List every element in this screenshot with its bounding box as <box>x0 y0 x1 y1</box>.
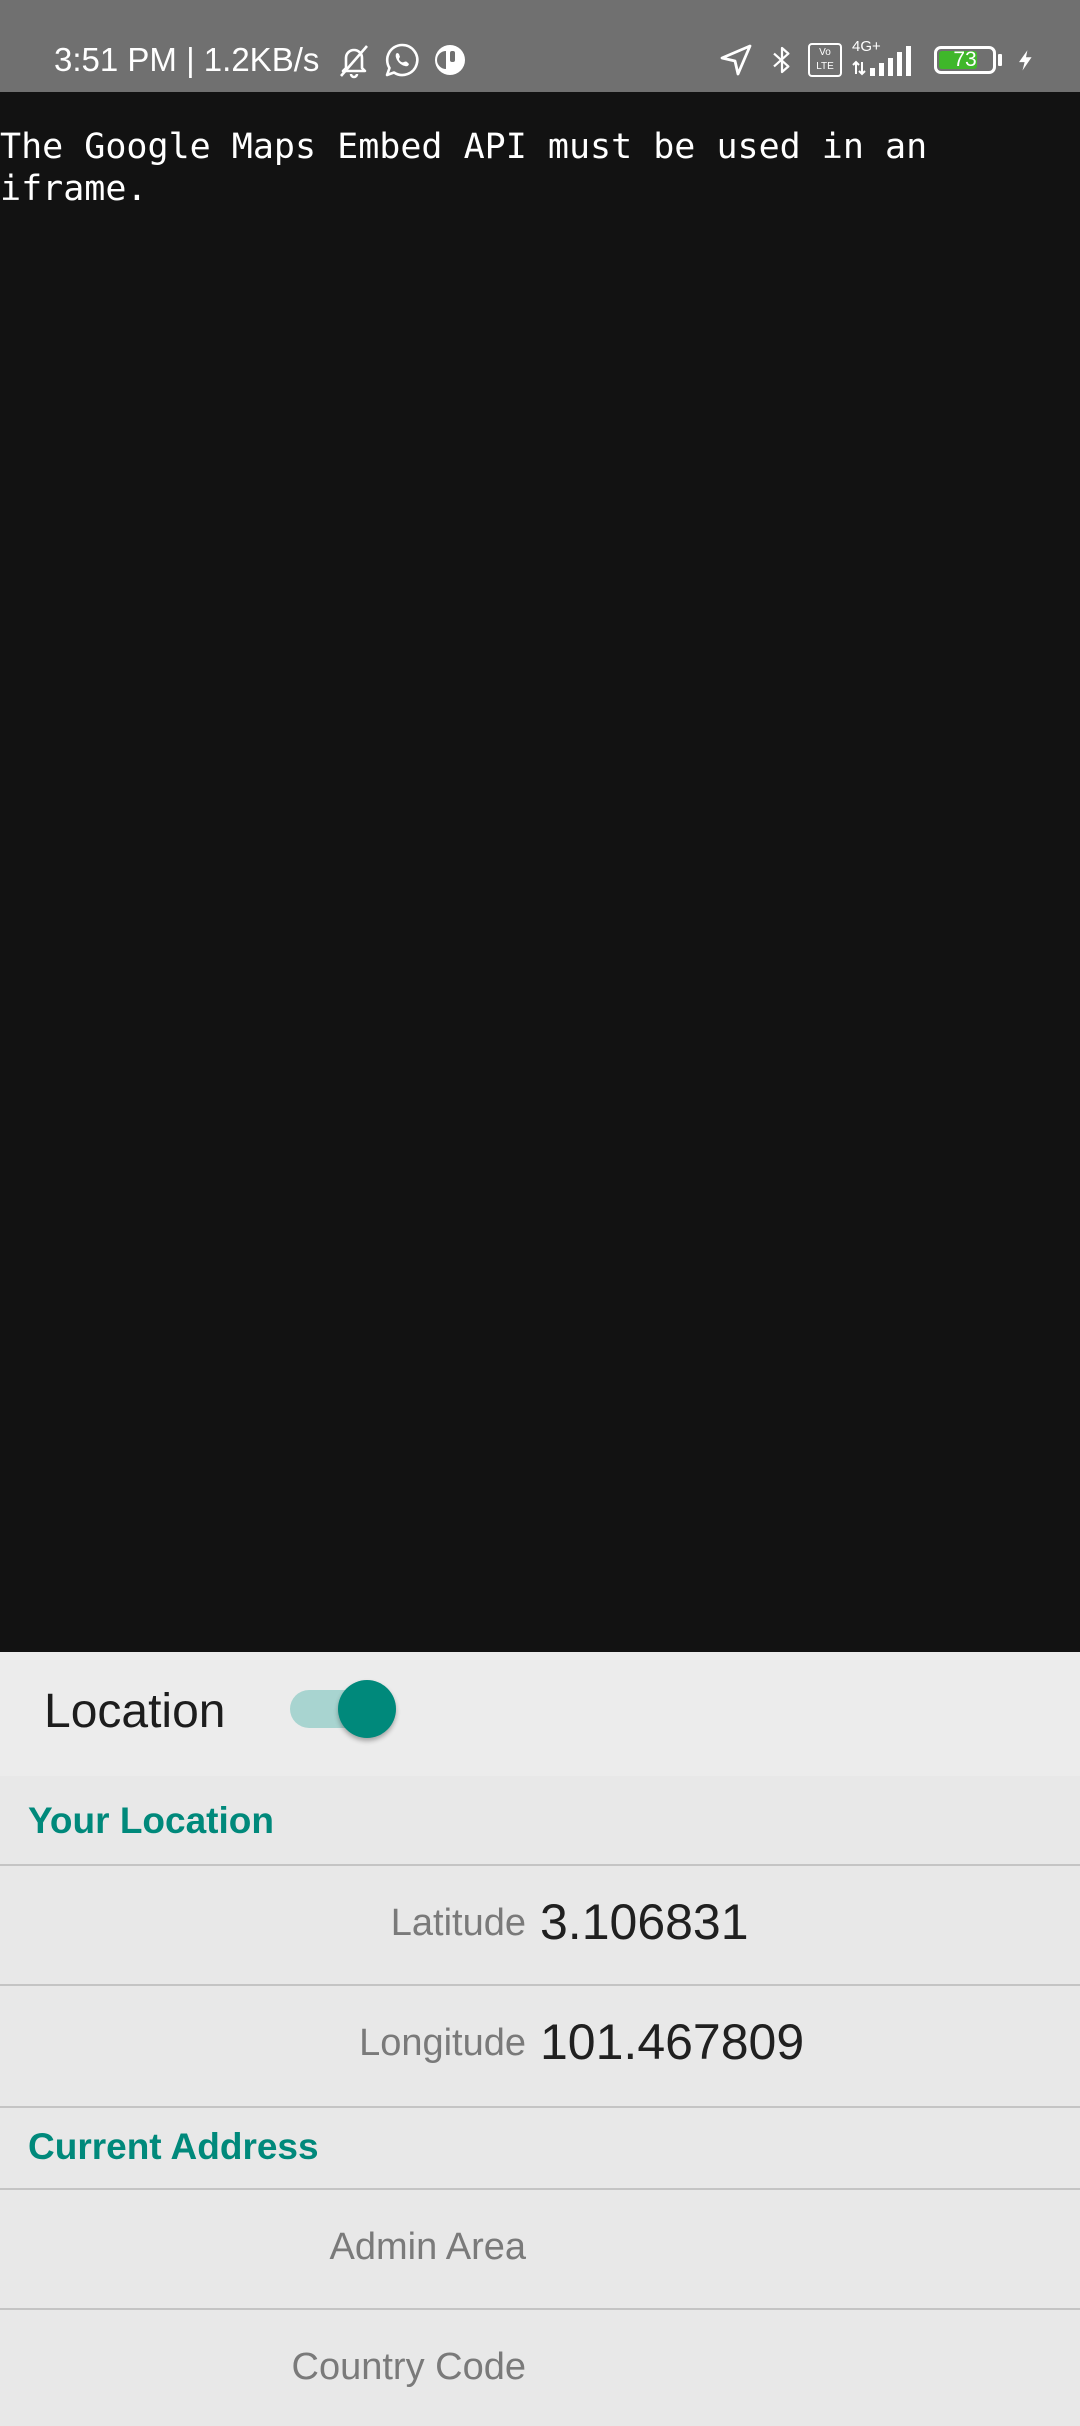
latitude-label: Latitude <box>390 1902 526 1944</box>
volte-label: Vo LTE <box>816 47 834 72</box>
country-code-row: Country Code <box>0 2308 1080 2426</box>
app-notification-icon <box>435 45 465 75</box>
country-code-label: Country Code <box>291 2346 526 2388</box>
longitude-row: Longitude 101.467809 <box>0 1984 1080 2102</box>
longitude-value: 101.467809 <box>540 2014 805 2070</box>
status-left-icons <box>334 39 470 81</box>
whatsapp-icon <box>385 43 419 77</box>
map-webview[interactable]: The Google Maps Embed API must be used i… <box>0 92 1080 1652</box>
signal-4g-icon: 4G+ <box>852 38 918 80</box>
admin-area-row: Admin Area <box>0 2188 1080 2306</box>
location-switch[interactable] <box>286 1676 398 1740</box>
status-time-speed: 3:51 PM | 1.2KB/s <box>54 41 320 78</box>
battery-indicator: 73 <box>934 46 996 74</box>
current-address-header-row: Current Address <box>0 2106 1080 2186</box>
location-panel: Location Your Location Latitude 3.106831… <box>0 1652 1080 2400</box>
current-address-header: Current Address <box>0 2126 1080 2168</box>
longitude-label: Longitude <box>359 2022 526 2064</box>
charging-bolt-icon <box>1019 50 1032 71</box>
location-toggle-row: Location <box>0 1652 1080 1776</box>
location-toggle-label: Location <box>44 1685 226 1738</box>
current-address-header-label: Current Address <box>28 2126 319 2167</box>
latitude-row: Latitude 3.106831 <box>0 1864 1080 1982</box>
admin-area-label: Admin Area <box>329 2226 526 2268</box>
switch-thumb <box>338 1680 396 1738</box>
battery-tip <box>998 54 1002 66</box>
status-right-icons: Vo LTE 4G+ 73 <box>716 38 1040 82</box>
latitude-value: 3.106831 <box>540 1894 749 1950</box>
bluetooth-icon <box>773 46 790 74</box>
status-bar: 3:51 PM | 1.2KB/s Vo LTE 4G+ 73 <box>0 0 1080 92</box>
signal-bars-icon <box>852 46 911 76</box>
mute-bell-icon <box>340 45 368 79</box>
your-location-header: Your Location <box>0 1800 1080 1842</box>
embed-error-message: The Google Maps Embed API must be used i… <box>0 127 928 209</box>
location-arrow-icon <box>720 44 752 76</box>
your-location-header-label: Your Location <box>28 1800 274 1841</box>
volte-icon: Vo LTE <box>808 43 842 77</box>
battery-level: 73 <box>953 48 977 71</box>
